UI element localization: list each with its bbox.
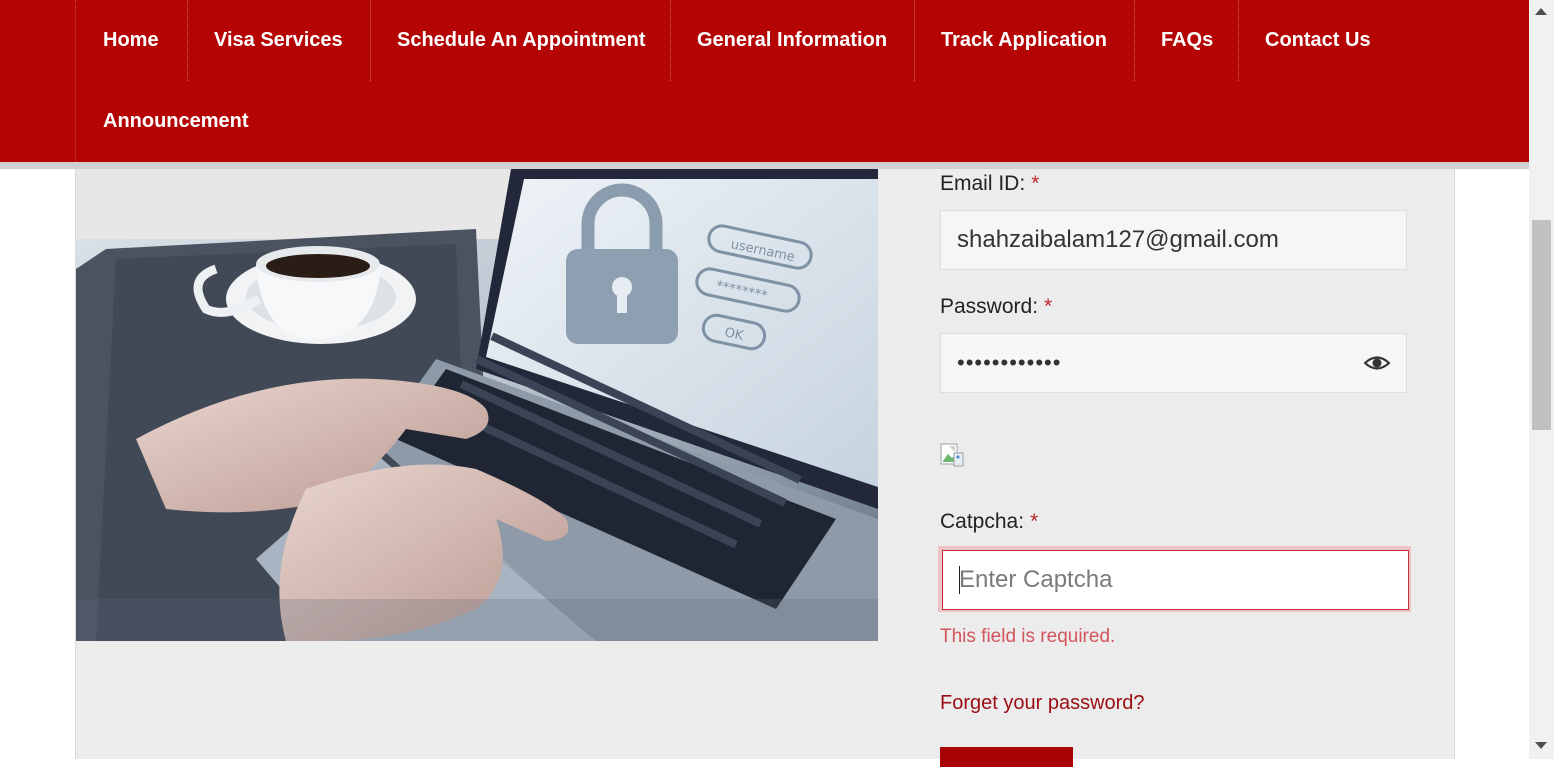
nav-item-contact-us[interactable]: Contact Us xyxy=(1265,0,1371,81)
nav-menu: Home Visa Services Schedule An Appointme… xyxy=(75,0,1530,162)
captcha-error-message: This field is required. xyxy=(940,626,1116,647)
nav-separator xyxy=(1134,0,1135,81)
nav-item-general-information[interactable]: General Information xyxy=(697,0,887,81)
required-asterisk: * xyxy=(1030,510,1039,533)
password-value: •••••••••••• xyxy=(957,350,1062,375)
navbar-shadow xyxy=(0,162,1529,169)
scroll-down-icon[interactable] xyxy=(1535,742,1547,749)
nav-separator xyxy=(670,0,671,81)
captcha-input-wrapper xyxy=(938,546,1411,612)
email-label-text: Email ID: xyxy=(940,172,1026,195)
required-asterisk: * xyxy=(1031,172,1040,195)
captcha-input[interactable] xyxy=(942,550,1409,610)
password-field[interactable]: •••••••••••• xyxy=(940,333,1407,393)
broken-image-icon xyxy=(940,443,964,467)
nav-item-schedule-appointment[interactable]: Schedule An Appointment xyxy=(397,0,646,81)
scrollbar-thumb[interactable] xyxy=(1532,220,1551,430)
nav-separator xyxy=(187,0,188,81)
nav-separator xyxy=(914,0,915,81)
nav-item-announcement[interactable]: Announcement xyxy=(103,81,249,162)
forgot-password-link[interactable]: Forget your password? xyxy=(940,692,1145,715)
submit-button[interactable] xyxy=(940,747,1073,767)
required-asterisk: * xyxy=(1044,295,1053,318)
scroll-up-icon[interactable] xyxy=(1535,8,1547,15)
captcha-label-text: Catpcha: xyxy=(940,510,1025,533)
email-field[interactable] xyxy=(940,210,1407,270)
nav-item-faqs[interactable]: FAQs xyxy=(1161,0,1213,81)
main-navbar: Home Visa Services Schedule An Appointme… xyxy=(0,0,1529,162)
hero-image: username ******** OK xyxy=(76,169,878,641)
password-label: Password: * xyxy=(940,295,1052,319)
nav-item-visa-services[interactable]: Visa Services xyxy=(214,0,343,81)
nav-item-home[interactable]: Home xyxy=(103,0,159,81)
eye-icon[interactable] xyxy=(1364,352,1390,374)
password-label-text: Password: xyxy=(940,295,1039,318)
nav-item-track-application[interactable]: Track Application xyxy=(941,0,1107,81)
nav-separator xyxy=(370,0,371,81)
laptop-illustration: username ******** OK xyxy=(76,169,878,641)
captcha-label: Catpcha: * xyxy=(940,510,1038,534)
email-label: Email ID: * xyxy=(940,172,1039,196)
nav-separator xyxy=(1238,0,1239,81)
text-caret xyxy=(959,566,960,594)
